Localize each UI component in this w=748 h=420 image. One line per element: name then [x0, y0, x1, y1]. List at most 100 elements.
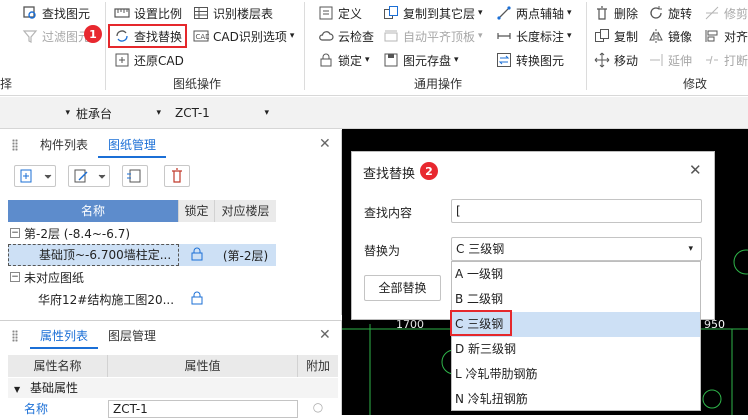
trim-button[interactable]: 修剪 [704, 3, 748, 23]
convert-icon [496, 52, 512, 68]
table-row-selected[interactable]: 基础顶~-6.700墙柱定... (第-2层) [8, 244, 276, 266]
auto-flat-top-button[interactable]: 自动平齐顶板 ▾ [383, 26, 483, 46]
delete-button[interactable]: 删除 [594, 3, 638, 23]
checkbox-icon[interactable]: ○ [298, 400, 338, 420]
option-b[interactable]: B 二级钢 [452, 287, 700, 312]
find-element-icon [22, 5, 38, 21]
chevron-down-icon: ▾ [65, 108, 70, 118]
find-input[interactable]: [ [451, 199, 702, 223]
element-type-value: 桩承台 [76, 106, 113, 121]
copy-button[interactable]: 复制 [594, 26, 638, 46]
col-prop-name: 属性名称 [8, 355, 108, 377]
two-point-axis-button[interactable]: 两点辅轴 ▾ [496, 3, 572, 23]
option-l[interactable]: L 冷轧带肋钢筋 [452, 362, 700, 387]
convert-element-label: 转换图元 [516, 53, 565, 68]
delete-drawing-button[interactable] [164, 165, 190, 187]
collapse-icon[interactable]: − [10, 272, 20, 282]
set-scale-button[interactable]: 设置比例 [114, 3, 182, 23]
align-icon [704, 28, 720, 44]
table-row[interactable]: 华府12#结构施工图20... [8, 288, 276, 310]
chevron-down-icon: ▾ [264, 108, 269, 118]
replace-options-dropdown: A 一级钢 B 二级钢 C 三级钢 D 新三级钢 L 冷轧带肋钢筋 N 冷轧扭钢… [451, 261, 701, 411]
properties-header: 属性名称 属性值 附加 [8, 355, 338, 377]
restore-cad-button[interactable]: 还原CAD [114, 50, 184, 70]
dropdown-arrow-icon: ▾ [567, 31, 572, 41]
trash-icon [172, 168, 182, 183]
cad-identify-options-button[interactable]: CAD CAD识别选项 ▾ [193, 26, 294, 46]
lock-label: 锁定 [338, 53, 363, 68]
filter-drawing-button[interactable]: 过滤图元 [22, 26, 90, 46]
option-n[interactable]: N 冷轧扭钢筋 [452, 387, 700, 412]
table-row[interactable]: − 第-2层 (-8.4~-6.7) [8, 222, 276, 244]
element-save-button[interactable]: 图元存盘 ▾ [383, 50, 459, 70]
delete-label: 删除 [614, 6, 639, 21]
replace-select-value: C 三级钢 [456, 242, 505, 256]
mirror-button[interactable]: 镜像 [648, 26, 692, 46]
copy-icon [594, 28, 610, 44]
close-icon[interactable]: ✕ [319, 136, 331, 152]
find-drawing-button[interactable]: 查找图元 [22, 3, 90, 23]
extend-button[interactable]: 延伸 [648, 50, 692, 70]
drag-handle-icon[interactable] [12, 330, 18, 342]
group-label-select: 择 [0, 77, 13, 91]
define-icon [318, 5, 334, 21]
floor-combo[interactable]: ▾ [0, 103, 74, 123]
properties-tabs: 属性列表 图层管理 [30, 321, 166, 349]
length-dim-label: 长度标注 [516, 29, 565, 44]
break-label: 打断 [724, 53, 748, 68]
close-icon[interactable]: ✕ [689, 161, 702, 179]
copy-to-other-floor-button[interactable]: 复制到其它层 ▾ [383, 3, 483, 23]
split-drawing-button[interactable] [122, 165, 148, 187]
col-floor: 对应楼层 [221, 204, 270, 218]
align-button[interactable]: 对齐 [704, 26, 748, 46]
element-name-combo[interactable]: ZCT-1 ▾ [175, 103, 275, 123]
ribbon-divider [105, 2, 106, 90]
lock-icon[interactable] [179, 247, 215, 264]
restore-icon [114, 52, 130, 68]
tab-drawing-management[interactable]: 图纸管理 [98, 132, 167, 158]
lock-icon[interactable] [179, 291, 215, 308]
save-icon [383, 52, 399, 68]
find-label: 查找内容 [364, 206, 413, 220]
property-group-row[interactable]: ▼ 基础属性 [8, 378, 338, 398]
drag-handle-icon[interactable] [12, 139, 18, 151]
rotate-icon [648, 5, 664, 21]
edit-drawing-button[interactable] [68, 165, 110, 187]
close-icon[interactable]: ✕ [319, 327, 331, 343]
replace-label: 替换为 [364, 244, 401, 258]
tab-layer-management[interactable]: 图层管理 [98, 323, 166, 349]
option-d[interactable]: D 新三级钢 [452, 337, 700, 362]
rotate-button[interactable]: 旋转 [648, 3, 692, 23]
tab-component-list[interactable]: 构件列表 [30, 132, 98, 158]
identify-floor-table-button[interactable]: 识别楼层表 [193, 3, 273, 23]
ribbon-divider [586, 2, 587, 90]
panel-tabs: 构件列表 图纸管理 [30, 130, 167, 158]
table-row[interactable]: − 未对应图纸 [8, 266, 276, 288]
group-label-drawing-ops: 图纸操作 [173, 77, 222, 91]
collapse-icon[interactable]: − [10, 228, 20, 238]
replace-select[interactable]: C 三级钢 ▾ [451, 237, 702, 261]
option-a[interactable]: A 一级钢 [452, 262, 700, 287]
cloud-check-button[interactable]: 云检查 [318, 26, 374, 46]
col-lock: 锁定 [179, 200, 215, 222]
property-value[interactable]: ZCT-1 [108, 400, 298, 418]
convert-element-button[interactable]: 转换图元 [496, 50, 564, 70]
copy-label: 复制 [614, 29, 639, 44]
define-button[interactable]: 定义 [318, 3, 362, 23]
align-label: 对齐 [724, 29, 748, 44]
copy-floor-icon [383, 5, 399, 21]
move-label: 移动 [614, 53, 639, 68]
length-dim-button[interactable]: 长度标注 ▾ [496, 26, 572, 46]
element-type-combo[interactable]: 桩承台 ▾ [76, 103, 167, 123]
move-button[interactable]: 移动 [594, 50, 638, 70]
lock-button[interactable]: 锁定 ▾ [318, 50, 370, 70]
property-row[interactable]: 名称 ZCT-1 ○ [8, 400, 338, 420]
drawing-table-body: − 第-2层 (-8.4~-6.7) 基础顶~-6.700墙柱定... (第-2… [8, 222, 276, 310]
break-button[interactable]: 打断 [704, 50, 748, 70]
axis-icon [496, 5, 512, 21]
tab-property-list[interactable]: 属性列表 [30, 323, 99, 349]
dropdown-arrow-icon: ▾ [365, 55, 370, 65]
drawing-table-header: 名称 锁定 对应楼层 [8, 200, 276, 222]
replace-all-button[interactable]: 全部替换 [364, 275, 441, 301]
add-drawing-button[interactable] [14, 165, 56, 187]
